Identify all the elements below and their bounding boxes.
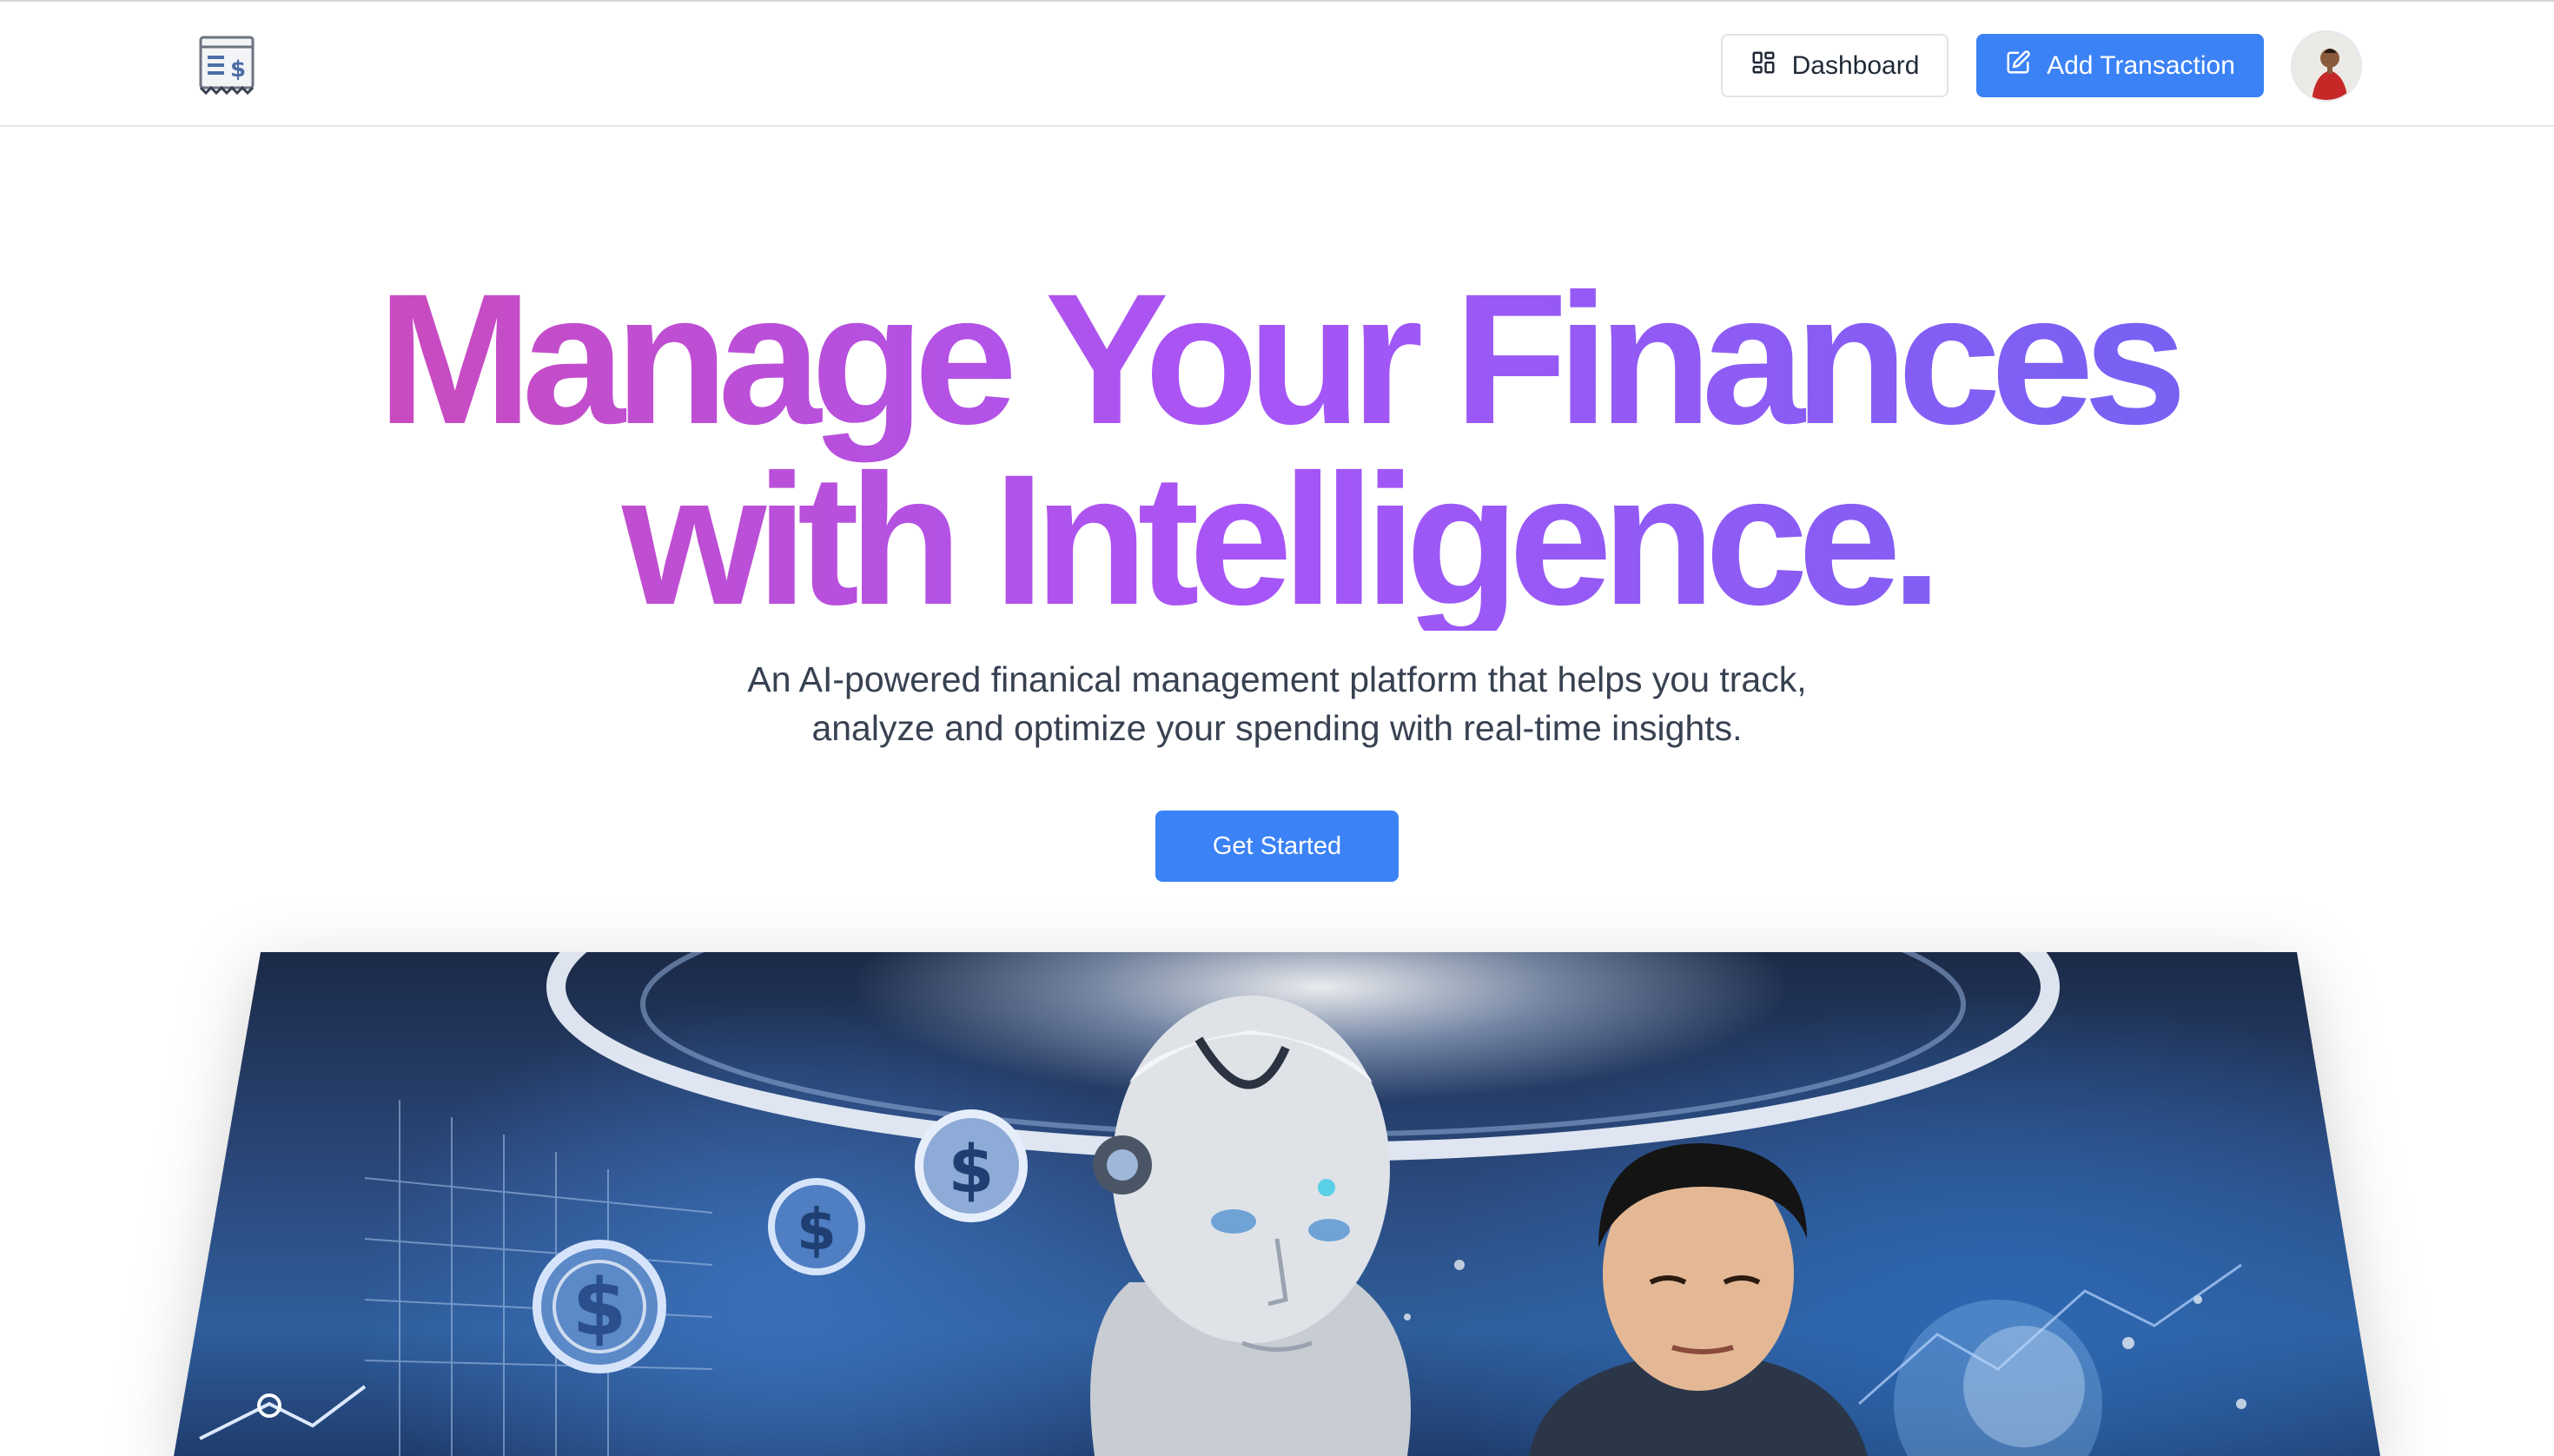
svg-text:$: $ xyxy=(230,56,246,83)
hero-title-line-2: with Intelligence. xyxy=(621,436,1933,644)
get-started-button[interactable]: Get Started xyxy=(1155,811,1399,882)
dashboard-button-label: Dashboard xyxy=(1791,50,1920,80)
businessman-figure xyxy=(1529,1143,1868,1456)
app-logo-icon[interactable]: $ xyxy=(198,35,255,96)
svg-text:$: $ xyxy=(572,1262,627,1353)
svg-text:$: $ xyxy=(949,1130,995,1208)
add-transaction-button-label: Add Transaction xyxy=(2047,50,2235,80)
svg-text:$: $ xyxy=(797,1196,837,1263)
hero-subtitle-line-1: An AI-powered finanical management platf… xyxy=(747,659,1807,699)
add-transaction-button[interactable]: Add Transaction xyxy=(1976,34,2264,97)
dashboard-button[interactable]: Dashboard xyxy=(1721,34,1949,97)
dollar-coin-icon: $ xyxy=(533,1240,666,1373)
landing-page: $ Dashboard Add Transaction Manage Your … xyxy=(0,0,2554,1456)
hero-subtitle: An AI-powered finanical management platf… xyxy=(0,655,2554,752)
top-navbar: $ Dashboard Add Transaction xyxy=(0,0,2554,127)
user-avatar[interactable] xyxy=(2291,30,2362,102)
hero-subtitle-line-2: analyze and optimize your spending with … xyxy=(811,708,1743,748)
pen-square-icon xyxy=(2005,50,2031,83)
hero-banner-image: $ $ $ xyxy=(174,952,2380,1456)
hero-title: Manage Your Finances with Intelligence. xyxy=(0,269,2554,631)
layout-grid-icon xyxy=(1750,50,1777,83)
robot-figure xyxy=(1090,996,1411,1456)
hero-title-line-1: Manage Your Finances xyxy=(377,255,2177,463)
hero-banner: $ $ $ xyxy=(0,952,2554,1456)
